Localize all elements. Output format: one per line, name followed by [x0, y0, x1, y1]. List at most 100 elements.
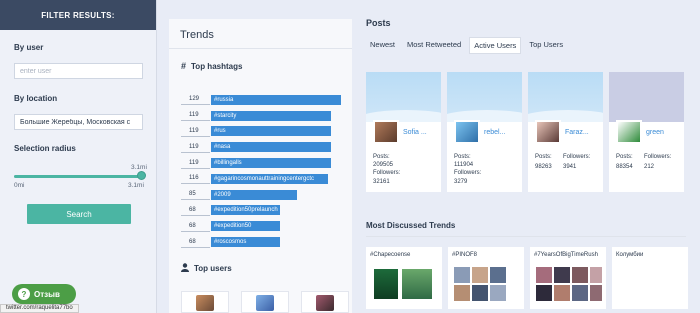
- user-name-link[interactable]: rebel...: [484, 129, 505, 136]
- trend-card-7yearsofbigtimerush[interactable]: #7YearsOfBigTimeRush: [530, 247, 606, 309]
- user-name-link[interactable]: Faraz...: [565, 129, 589, 136]
- followers-count: 212: [644, 164, 655, 170]
- trend-thumbnail: [402, 269, 432, 299]
- cover-image: [366, 72, 441, 122]
- user-card[interactable]: Faraz... Posts: 98263 Followers: 3941: [528, 72, 603, 192]
- hashtag-bar[interactable]: #expedition50prelaunch: [211, 205, 280, 216]
- hashtag-row[interactable]: 85 #2009: [181, 187, 351, 203]
- trend-label: Колумбии: [616, 252, 644, 258]
- hashtag-count: 119: [181, 158, 210, 169]
- hashtag-bar[interactable]: #gagarincosmonauttrainingcentergctc: [211, 173, 328, 184]
- trend-card-pinof8[interactable]: #PINOF8: [448, 247, 524, 309]
- hashtag-row[interactable]: 119 #rus: [181, 124, 351, 140]
- trends-title: Trends: [180, 29, 214, 41]
- hashtag-row[interactable]: 68 #expedition50prelaunch: [181, 203, 351, 219]
- top-user-card[interactable]: [301, 291, 349, 313]
- top-users-label: Top users: [194, 264, 232, 273]
- followers-label: Followers:: [644, 154, 672, 160]
- radius-slider-fill: [14, 175, 142, 178]
- hashtag-bar[interactable]: #2009: [211, 189, 297, 200]
- search-button[interactable]: Search: [27, 204, 131, 224]
- hashtag-bar[interactable]: #starcity: [211, 110, 331, 121]
- hashtag-list: 129 #russia 119 #starcity 119 #rus 119 #nasa 119…: [181, 92, 351, 250]
- user-icon: [181, 263, 189, 274]
- user-cards: Sofia ... Posts: 209505 Followers: 32161 rebe…: [366, 72, 684, 192]
- hashtag-bar[interactable]: #billingalls: [211, 158, 331, 169]
- trend-label: #Chapecoense: [370, 252, 411, 258]
- cover-image: [609, 72, 684, 122]
- trend-thumbnail: [590, 267, 602, 283]
- posts-label: Posts:: [535, 154, 552, 160]
- feedback-button[interactable]: ? Отзыв: [12, 284, 76, 304]
- top-user-card[interactable]: [241, 291, 289, 313]
- radius-min-label: 0mi: [14, 182, 25, 189]
- avatar[interactable]: [454, 120, 480, 144]
- hashtag-row[interactable]: 116 #gagarincosmonauttrainingcentergctc: [181, 171, 351, 187]
- top-hashtags-label: Top hashtags: [191, 61, 243, 71]
- avatar[interactable]: [616, 120, 642, 144]
- top-users-list: [181, 291, 351, 313]
- user-input[interactable]: [14, 63, 143, 79]
- user-card[interactable]: rebel... Posts: 111904 Followers: 3279: [447, 72, 522, 192]
- trend-thumbnail: [490, 285, 506, 301]
- hashtag-count: 68: [181, 205, 210, 216]
- followers-count: 32161: [373, 179, 390, 185]
- hashtag-row[interactable]: 68 #expedition50: [181, 218, 351, 234]
- radius-slider-track[interactable]: [14, 175, 142, 178]
- avatar[interactable]: [373, 120, 399, 144]
- posts-count: 98263: [535, 164, 552, 170]
- trend-card-chapecoense[interactable]: #Chapecoense: [366, 247, 442, 309]
- top-user-card[interactable]: [181, 291, 229, 313]
- hashtag-row[interactable]: 129 #russia: [181, 92, 351, 108]
- hash-icon: #: [181, 61, 187, 71]
- trend-thumbnail: [536, 267, 552, 283]
- avatar[interactable]: [535, 120, 561, 144]
- trend-thumbnail: [572, 285, 588, 301]
- hashtag-bar[interactable]: #rus: [211, 126, 331, 137]
- tab-newest[interactable]: Newest: [366, 37, 399, 54]
- most-discussed-divider: [366, 236, 686, 237]
- trend-thumbnail: [454, 267, 470, 283]
- posts-count: 88354: [616, 164, 633, 170]
- filter-header: FILTER RESULTS:: [0, 0, 156, 30]
- posts-tabs: Newest Most Retweeted Active Users Top User…: [366, 37, 567, 54]
- status-bar-url: twitter.com/raquelita77bo: [0, 304, 79, 313]
- radius-label: Selection radius: [14, 144, 76, 153]
- trends-panel: Trends # Top hashtags 129 #russia 119 #star…: [169, 19, 352, 313]
- hashtag-bar[interactable]: #russia: [211, 94, 341, 105]
- hashtag-row[interactable]: 119 #billingalls: [181, 155, 351, 171]
- hashtag-count: 119: [181, 126, 210, 137]
- by-user-label: By user: [14, 43, 44, 52]
- feedback-label: Отзыв: [34, 289, 60, 299]
- trend-thumbnail: [572, 267, 588, 283]
- hashtag-bar[interactable]: #roscosmos: [211, 237, 280, 248]
- radius-slider-handle[interactable]: [137, 171, 146, 180]
- hashtag-count: 119: [181, 110, 210, 122]
- hashtag-row[interactable]: 68 #roscosmos: [181, 234, 351, 250]
- trend-thumbnail: [472, 285, 488, 301]
- by-location-label: By location: [14, 94, 58, 103]
- tab-active-users[interactable]: Active Users: [469, 37, 522, 54]
- posts-label: Posts:: [454, 154, 471, 160]
- top-hashtags-heading: # Top hashtags: [181, 61, 242, 71]
- hashtag-row[interactable]: 119 #nasa: [181, 139, 351, 155]
- avatar: [256, 295, 274, 311]
- user-name-link[interactable]: green: [646, 129, 664, 136]
- user-name-link[interactable]: Sofia ...: [403, 129, 427, 136]
- hashtag-bar[interactable]: #expedition50: [211, 221, 280, 232]
- tab-most-retweeted[interactable]: Most Retweeted: [403, 37, 465, 54]
- followers-count: 3941: [563, 164, 577, 170]
- trend-thumbnail: [472, 267, 488, 283]
- hashtag-bar[interactable]: #nasa: [211, 142, 331, 153]
- trend-thumbnail: [536, 285, 552, 301]
- trend-card-kolumbii[interactable]: Колумбии: [612, 247, 688, 309]
- tab-top-users[interactable]: Top Users: [525, 37, 567, 54]
- hashtag-count: 116: [181, 173, 210, 185]
- location-input[interactable]: [14, 114, 143, 130]
- hashtag-row[interactable]: 119 #starcity: [181, 108, 351, 124]
- cover-image: [528, 72, 603, 122]
- user-card[interactable]: Sofia ... Posts: 209505 Followers: 32161: [366, 72, 441, 192]
- filter-panel: FILTER RESULTS: By user By location Sele…: [0, 0, 157, 313]
- trends-divider: [169, 48, 352, 49]
- user-card[interactable]: green Posts: 88354 Followers: 212: [609, 72, 684, 192]
